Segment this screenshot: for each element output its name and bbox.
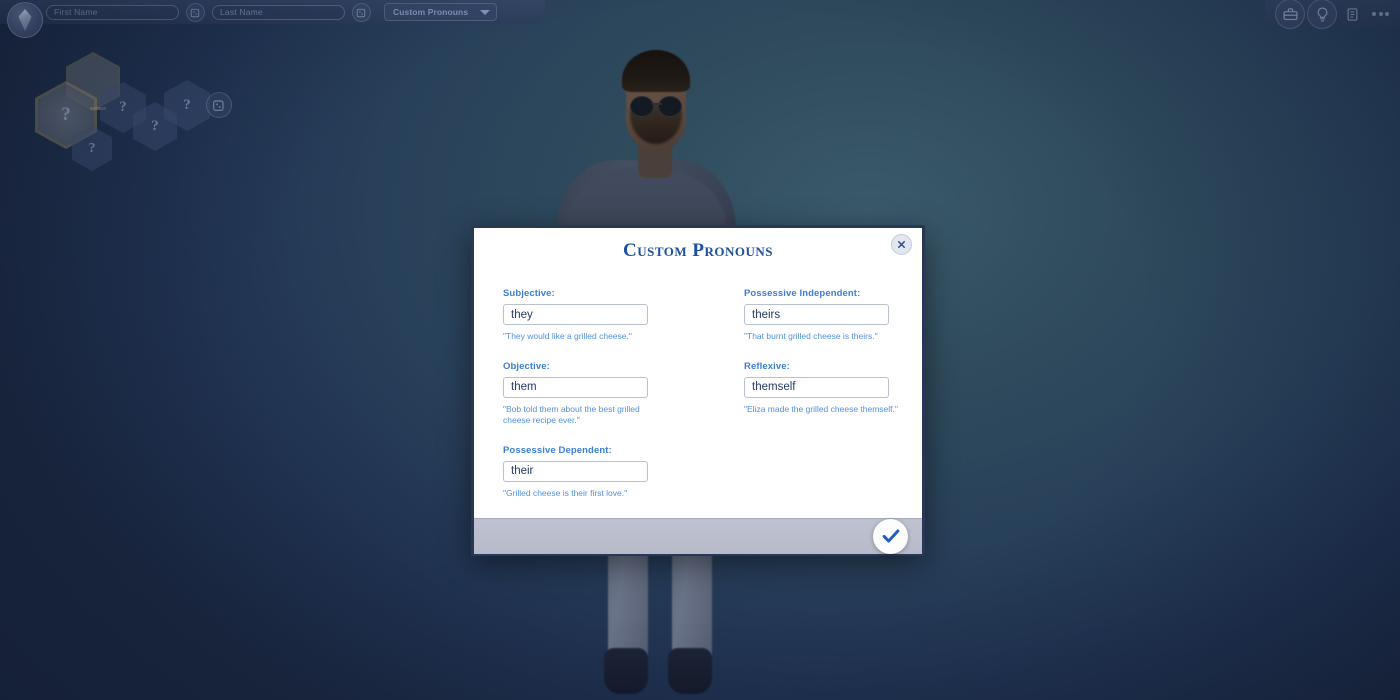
sim-shoe-left bbox=[604, 648, 648, 694]
field-example: "That burnt grilled cheese is theirs." bbox=[744, 331, 878, 341]
lightbulb-icon[interactable] bbox=[1307, 0, 1337, 29]
field-label: Reflexive: bbox=[744, 360, 790, 372]
chevron-down-icon bbox=[480, 9, 490, 15]
field-example: "Bob told them about the best grilled ch… bbox=[503, 403, 640, 425]
reflexive-input[interactable]: themself bbox=[744, 376, 889, 398]
pronoun-dropdown[interactable]: Custom Pronouns bbox=[384, 3, 497, 21]
sim-sunglasses-bridge bbox=[652, 103, 662, 105]
randomize-first-name-button[interactable] bbox=[186, 2, 205, 22]
field-label: Possessive Independent: bbox=[744, 288, 861, 299]
dialog-footer bbox=[474, 517, 922, 554]
dot bbox=[1372, 12, 1376, 16]
plumbob-diamond-icon bbox=[18, 9, 32, 31]
more-dots-icon[interactable] bbox=[1367, 12, 1394, 16]
objective-input[interactable]: them bbox=[503, 376, 648, 398]
sim-hair bbox=[622, 50, 690, 92]
field-possessive-dependent: Possessive Dependent: their "Grilled che… bbox=[503, 445, 666, 499]
field-objective: Objective: them "Bob told them about the… bbox=[503, 361, 666, 426]
field-example: "Eliza made the grilled cheese themself.… bbox=[744, 403, 898, 414]
randomize-last-name-button[interactable] bbox=[352, 2, 371, 22]
sim-sunglasses-right bbox=[658, 96, 682, 117]
sim-neck bbox=[638, 138, 672, 178]
sim-beard bbox=[630, 104, 682, 144]
subjective-input[interactable]: they bbox=[503, 304, 648, 325]
dialog-body: Subjective: they "They would like a gril… bbox=[474, 262, 922, 518]
last-name-input[interactable]: Last Name bbox=[212, 4, 345, 20]
briefcase-icon[interactable] bbox=[1275, 0, 1305, 29]
sim-head bbox=[626, 58, 686, 150]
plumbob-icon[interactable] bbox=[7, 2, 43, 38]
possessive-dependent-input[interactable]: their bbox=[503, 460, 648, 482]
first-name-placeholder: First Name bbox=[54, 7, 98, 17]
clipboard-icon[interactable] bbox=[1339, 1, 1365, 27]
randomize-traits-button[interactable] bbox=[206, 92, 232, 118]
field-example: "Grilled cheese is their first love." bbox=[503, 487, 628, 498]
pronoun-dropdown-label: Custom Pronouns bbox=[393, 7, 469, 17]
field-example: "They would like a grilled cheese." bbox=[503, 331, 632, 341]
trait-hexagon-cluster: ? ? ? ? ? bbox=[34, 52, 244, 171]
dialog-title: Custom Pronouns bbox=[622, 240, 774, 261]
field-label: Possessive Dependent: bbox=[503, 444, 612, 456]
top-right-toolbar bbox=[1265, 0, 1400, 29]
field-label: Objective: bbox=[503, 360, 550, 372]
sim-shoe-right bbox=[668, 648, 712, 694]
custom-pronouns-dialog: Custom Pronouns Subjective: they "They w… bbox=[471, 225, 925, 556]
field-label: Subjective: bbox=[503, 288, 555, 299]
field-reflexive: Reflexive: themself "Eliza made the gril… bbox=[744, 361, 907, 426]
field-possessive-independent: Possessive Independent: theirs "That bur… bbox=[744, 288, 907, 342]
top-toolbar: First Name Last Name Custom Pronouns bbox=[0, 0, 545, 38]
sim-sunglasses-left bbox=[630, 96, 654, 117]
dot bbox=[1378, 12, 1383, 16]
field-subjective: Subjective: they "They would like a gril… bbox=[503, 288, 666, 342]
confirm-button[interactable] bbox=[873, 518, 908, 554]
dot bbox=[1385, 12, 1389, 16]
possessive-independent-input[interactable]: theirs bbox=[744, 304, 889, 325]
first-name-input[interactable]: First Name bbox=[46, 4, 179, 20]
close-icon[interactable] bbox=[891, 234, 912, 255]
cas-screen: First Name Last Name Custom Pronouns ? ?… bbox=[0, 0, 1400, 700]
last-name-placeholder: Last Name bbox=[220, 7, 263, 17]
